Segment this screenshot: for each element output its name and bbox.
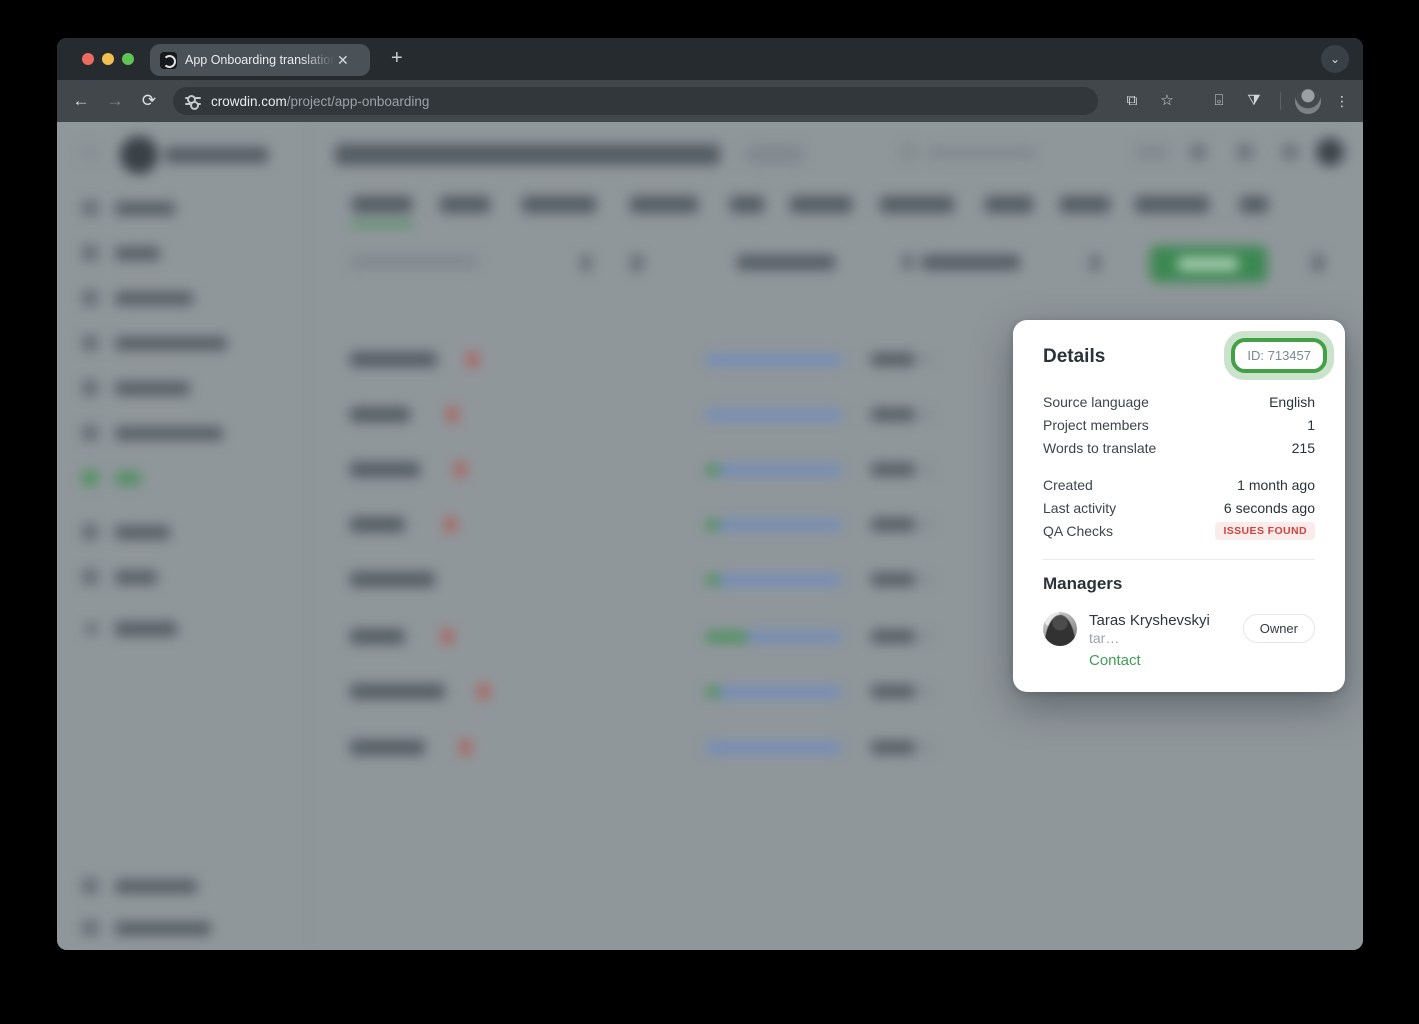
toolbar-divider (1280, 92, 1281, 110)
traffic-light-zoom[interactable] (122, 53, 134, 65)
stat-value: English (1269, 394, 1315, 410)
stat-row: Created 1 month ago (1043, 473, 1315, 496)
sidebar-item (115, 472, 141, 485)
back-icon[interactable]: ← (71, 91, 91, 111)
languages-filter-dropdown (737, 255, 835, 270)
device-icon[interactable]: ⌻ (1210, 92, 1228, 110)
tab-close-icon[interactable]: ✕ (337, 52, 349, 69)
sidebar-item (115, 922, 211, 935)
sidebar-item (115, 292, 193, 305)
sidebar-item (115, 526, 170, 539)
tab-title: App Onboarding translation p (185, 53, 335, 67)
manager-username: tar… (1089, 630, 1119, 646)
sidebar-item (115, 880, 197, 893)
browser-window: App Onboarding translation p ✕ + ⌄ ← → ⟳… (57, 38, 1363, 950)
menu-icon[interactable]: ⋮ (1335, 93, 1349, 110)
stat-value: 6 seconds ago (1224, 500, 1315, 516)
tab-dashboard (352, 196, 412, 213)
toolbar-actions: ⧉ ☆ ⌻ ⧩ ⋮ (1106, 88, 1353, 114)
stat-label: Project members (1043, 417, 1149, 433)
profile-avatar[interactable] (1295, 88, 1321, 114)
bookmark-icon[interactable]: ☆ (1158, 92, 1176, 110)
url-host: crowdin.com (211, 94, 287, 109)
user-avatar-blurred (1316, 138, 1344, 166)
traffic-light-minimize[interactable] (102, 53, 114, 65)
primary-action-button[interactable] (1150, 246, 1267, 282)
browser-toolbar: ← → ⟳ crowdin.com /project/app-onboardin… (57, 80, 1363, 122)
manager-row: Taras Kryshevskyi tar… Contact Owner (1043, 612, 1315, 669)
manager-avatar (1043, 612, 1077, 646)
manager-name: Taras Kryshevskyi (1089, 612, 1210, 629)
site-settings-icon[interactable] (185, 94, 201, 108)
sidebar-item (115, 571, 157, 584)
crowdin-wordmark (165, 147, 268, 163)
project-id-badge-blurred (745, 144, 805, 165)
stat-label: Words to translate (1043, 440, 1156, 456)
stat-label: Source language (1043, 394, 1149, 410)
search-icon (900, 144, 916, 160)
active-tab-underline (350, 222, 414, 227)
extensions-icon[interactable]: ⧩ (1245, 92, 1263, 110)
project-id-badge: ID: 713457 (1231, 338, 1327, 373)
stat-row: Source language English (1043, 390, 1315, 413)
panel-divider (1043, 559, 1315, 560)
crowdin-logo-mark (120, 136, 158, 174)
reload-icon[interactable]: ⟳ (139, 91, 159, 111)
url-path: /project/app-onboarding (287, 94, 430, 109)
sidebar-item (115, 382, 190, 395)
stat-label: Created (1043, 477, 1093, 493)
new-tab-button[interactable]: + (391, 48, 403, 68)
details-panel: Details ID: 713457 Source language Engli… (1013, 320, 1345, 692)
stat-label: Last activity (1043, 500, 1116, 516)
id-badge-highlight: ID: 713457 (1224, 331, 1334, 380)
crowdin-favicon (160, 52, 177, 69)
stat-value: 1 (1307, 417, 1315, 433)
tab-strip: App Onboarding translation p ✕ + ⌄ (57, 38, 1363, 80)
stat-value: 215 (1292, 440, 1315, 456)
qa-checks-row: QA Checks ISSUES FOUND (1043, 519, 1315, 542)
secondary-filter-dropdown (922, 255, 1020, 270)
contact-link[interactable]: Contact (1089, 652, 1243, 669)
stat-label: QA Checks (1043, 523, 1113, 539)
sidebar-item (115, 202, 175, 215)
header-search-placeholder (928, 147, 1036, 159)
stat-row: Project members 1 (1043, 413, 1315, 436)
sidebar-item (115, 337, 227, 350)
issues-found-badge[interactable]: ISSUES FOUND (1215, 522, 1315, 540)
share-icon[interactable]: ⧉ (1123, 92, 1141, 110)
sidebar-item (115, 427, 223, 440)
stat-row: Words to translate 215 (1043, 436, 1315, 459)
forward-icon[interactable]: → (105, 91, 125, 111)
language-search-input (350, 255, 478, 269)
stat-row: Last activity 6 seconds ago (1043, 496, 1315, 519)
project-breadcrumb-title (335, 144, 720, 165)
url-bar[interactable]: crowdin.com /project/app-onboarding (173, 87, 1098, 115)
sidebar-item-upgrade (115, 622, 177, 636)
page-content: Details ID: 713457 Source language Engli… (57, 122, 1363, 950)
tab-search-button[interactable]: ⌄ (1321, 45, 1349, 73)
managers-title: Managers (1043, 574, 1315, 594)
owner-button[interactable]: Owner (1243, 614, 1315, 643)
sidebar-item (115, 247, 160, 260)
traffic-light-close[interactable] (82, 53, 94, 65)
stat-value: 1 month ago (1237, 477, 1315, 493)
hamburger-icon (80, 146, 98, 149)
browser-tab[interactable]: App Onboarding translation p ✕ (150, 44, 370, 76)
